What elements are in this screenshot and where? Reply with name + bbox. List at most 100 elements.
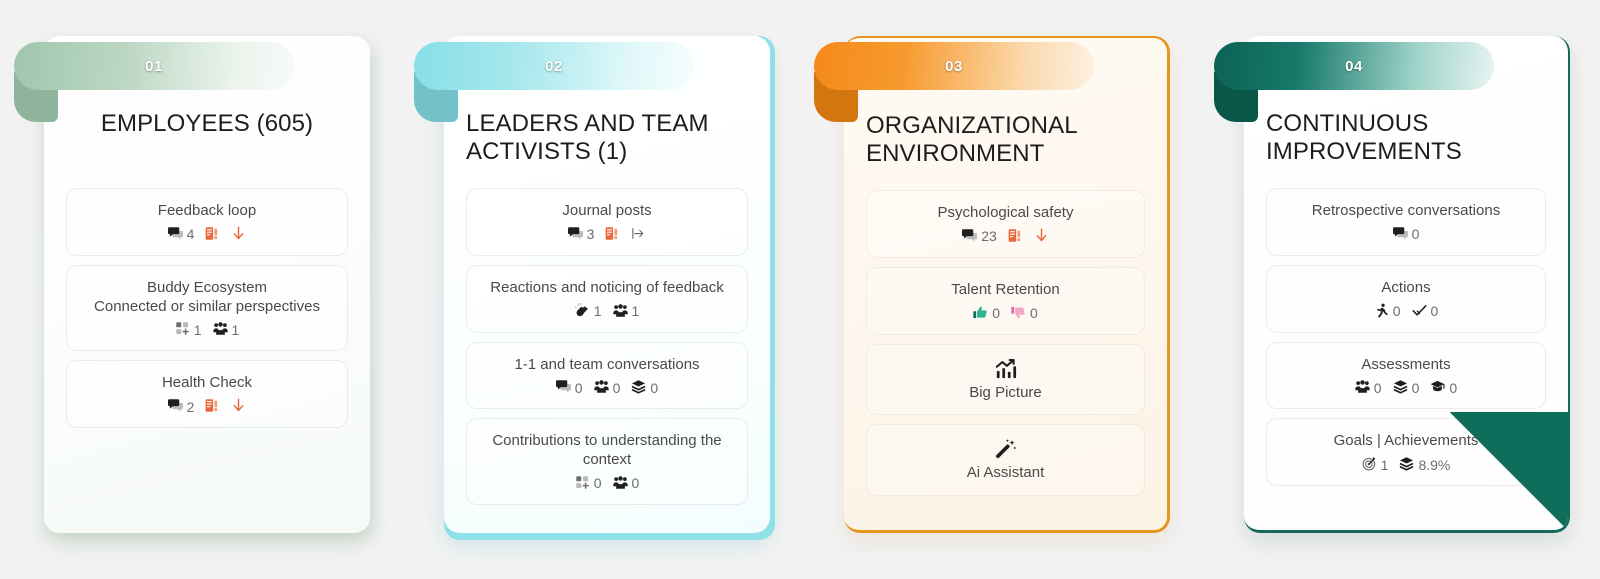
metric-stat: 1 [574,302,602,320]
metric-stats: 1 8.9% [1277,456,1535,473]
metric-tile[interactable]: Ai Assistant [866,424,1145,497]
metric-tile[interactable]: Big Picture [866,343,1145,416]
card-body: ORGANIZATIONAL ENVIRONMENT Psychological … [844,38,1167,530]
comments-icon [555,379,571,396]
metric-stat-value: 2 [186,398,195,415]
chart-growth-icon [877,358,1134,380]
metric-stat: 2 [167,398,195,415]
metric-stat: 0 [575,475,602,492]
metric-stat: 1 [612,303,640,320]
metric-tile[interactable]: Talent Retention 0 0 [866,266,1145,335]
metric-label: Feedback loop [157,202,257,219]
card-title: CONTINUOUS IMPROVEMENTS [1266,110,1462,166]
card-number: 04 [1345,57,1363,75]
metric-stats: 0 0 0 [477,379,737,396]
metric-stat: 0 [1393,379,1420,396]
metric-tile[interactable]: Goals | Achievements 1 8.9% [1266,418,1546,487]
metric-tile[interactable]: Retrospective conversations 0 [1266,188,1546,256]
metric-tile[interactable]: Actions 0 0 [1266,264,1546,333]
people-group-icon [612,303,628,320]
metric-stat: 1 [175,321,202,338]
arrow-down-icon [1034,228,1049,245]
card-slot-02: LEADERS AND TEAM ACTIVISTS (1) Journal po… [400,30,800,550]
metric-stats: 00 [877,305,1134,322]
metric-tile[interactable]: Reactions and noticing of feedback 1 1 [466,264,748,333]
card-number-ribbon: 02 [414,42,694,122]
metric-stat-value: 0 [1449,379,1458,396]
metric-stats: 4 [77,226,337,243]
add-grid-icon [175,321,190,338]
metric-label: Goals | Achievements [1333,432,1479,450]
ribbon-band: 02 [414,42,694,90]
metric-stat: 1 [212,321,239,338]
metric-list: Retrospective conversations 0 Actions 0 0 Ass… [1266,188,1546,487]
metric-stat-value: 0 [1430,303,1439,320]
metric-tile[interactable]: Assessments 0 0 0 [1266,341,1546,410]
metric-stat [1034,228,1049,245]
metric-stat [231,226,246,243]
metric-stat-value: 0 [1392,303,1401,320]
metric-stat: 0 [612,475,640,492]
card-body: EMPLOYEES (605) Feedback loop 4 Buddy Ecosy… [44,36,370,533]
metric-stat-value: 0 [992,305,1000,322]
metric-stat: 0 [973,305,1000,322]
metric-stat-value: 0 [631,475,640,492]
metric-stats: 23 [877,228,1134,245]
metric-tile[interactable]: 1-1 and team conversations 0 0 0 [466,341,748,410]
metric-label: Health Check [161,374,253,392]
metric-tile[interactable]: Feedback loop 4 [66,188,348,256]
metric-label: Journal posts [562,202,652,220]
people-group-icon [612,475,628,492]
summary-card[interactable]: ORGANIZATIONAL ENVIRONMENT Psychological … [844,36,1170,533]
metric-tile[interactable]: Psychological safety 23 [866,190,1145,258]
arrow-right-bar-icon [631,226,646,243]
add-grid-icon [575,475,590,492]
metric-stats: 0 [1277,226,1535,243]
metric-stat-value: 23 [981,228,997,245]
metric-label: Ai Assistant [966,464,1045,482]
survey-alert-icon [205,398,220,415]
magic-wand-icon [877,438,1134,460]
metric-stat: 0 [1430,379,1457,396]
metric-stat-value: 0 [1411,379,1420,396]
metric-stat: 0 [1412,303,1439,320]
metric-stat: 3 [567,226,594,243]
people-group-icon [593,379,609,396]
thumbs-down-icon [1011,305,1026,322]
metric-tile[interactable]: Buddy Ecosystem Connected or similar per… [66,264,348,352]
metric-stats: 0 0 0 [1277,379,1535,396]
card-slot-04: CONTINUOUS IMPROVEMENTS Retrospective con… [1200,30,1600,550]
card-number-ribbon: 04 [1214,42,1494,122]
metric-stat: 0 [555,379,583,396]
metric-tile[interactable]: Contributions to understanding the conte… [466,418,748,505]
card-slot-03: ORGANIZATIONAL ENVIRONMENT Psychological … [800,30,1200,550]
card-title: LEADERS AND TEAM ACTIVISTS (1) [466,110,709,166]
card-body: CONTINUOUS IMPROVEMENTS Retrospective con… [1244,36,1568,530]
metric-label: Actions [1381,278,1431,296]
comments-icon [167,398,183,415]
metric-tile[interactable]: Health Check 2 [66,360,348,428]
ribbon-band: 03 [814,42,1094,90]
card-title: ORGANIZATIONAL ENVIRONMENT [866,112,1077,168]
metric-label: Big Picture [969,383,1042,401]
metric-stat-value: 1 [631,303,640,320]
metric-stat-value: 0 [1030,305,1038,322]
people-group-icon [212,321,228,338]
metric-label: Reactions and noticing of feedback [490,278,724,296]
summary-card[interactable]: LEADERS AND TEAM ACTIVISTS (1) Journal po… [444,36,770,533]
metric-tile[interactable]: Journal posts 3 [466,188,748,256]
metric-stat [605,226,620,243]
summary-card[interactable]: EMPLOYEES (605) Feedback loop 4 Buddy Ecosy… [44,36,370,533]
metric-stat: 8.9% [1399,456,1450,473]
metric-label: 1-1 and team conversations [514,355,700,373]
check-icon [1412,303,1427,320]
ribbon-band: 04 [1214,42,1494,90]
metric-stat: 0 [1011,305,1038,322]
target-icon [1362,456,1377,473]
metric-stat: 4 [167,226,194,243]
cards-board: EMPLOYEES (605) Feedback loop 4 Buddy Ecosy… [0,0,1600,579]
clap-hands-icon [574,302,590,320]
card-number-ribbon: 03 [814,42,1094,122]
summary-card[interactable]: CONTINUOUS IMPROVEMENTS Retrospective con… [1244,36,1570,533]
metric-stat: 23 [962,228,997,245]
